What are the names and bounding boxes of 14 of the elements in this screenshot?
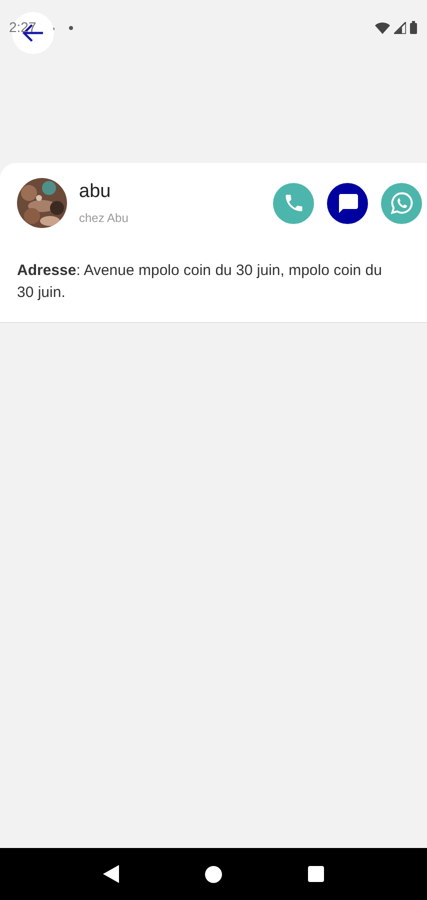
circle-icon: [205, 866, 222, 882]
square-icon: [308, 866, 324, 882]
home-nav-button[interactable]: [205, 866, 222, 882]
signal-icon: [394, 22, 406, 34]
wifi-icon: [375, 22, 390, 34]
whatsapp-icon: [388, 190, 414, 216]
message-button[interactable]: [327, 182, 368, 224]
status-time: 2:27: [9, 18, 36, 34]
triangle-icon: [103, 865, 119, 883]
address-text: Adresse: Avenue mpolo coin du 30 juin, mpolo coin du 30 juin.: [17, 261, 383, 303]
contact-name: abu: [79, 181, 112, 203]
back-nav-button[interactable]: [103, 865, 119, 883]
contact-subtitle: chez Abu: [79, 211, 128, 225]
battery-icon: [410, 21, 417, 34]
